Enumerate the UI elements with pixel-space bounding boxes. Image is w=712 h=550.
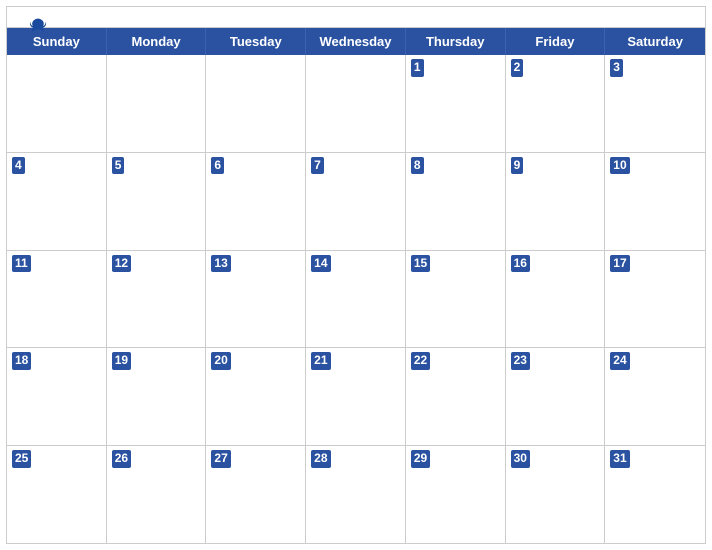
day-header-tuesday: Tuesday (206, 28, 306, 55)
day-cell: 26 (107, 446, 207, 543)
day-number: 14 (311, 255, 330, 273)
calendar-grid: SundayMondayTuesdayWednesdayThursdayFrid… (7, 27, 705, 543)
day-number: 2 (511, 59, 524, 77)
day-cell (306, 55, 406, 152)
day-cell: 14 (306, 251, 406, 348)
day-cell: 12 (107, 251, 207, 348)
day-number: 6 (211, 157, 224, 175)
day-number: 28 (311, 450, 330, 468)
day-cell: 5 (107, 153, 207, 250)
day-cell: 31 (605, 446, 705, 543)
day-cell (107, 55, 207, 152)
day-cell: 4 (7, 153, 107, 250)
day-number: 8 (411, 157, 424, 175)
day-cell: 25 (7, 446, 107, 543)
day-cell: 17 (605, 251, 705, 348)
day-number: 19 (112, 352, 131, 370)
day-cell: 9 (506, 153, 606, 250)
week-row-4: 18 19 20 21 22 23 24 (7, 348, 705, 446)
week-row-5: 25 26 27 28 29 30 31 (7, 446, 705, 543)
day-cell (7, 55, 107, 152)
day-cell: 30 (506, 446, 606, 543)
day-number: 18 (12, 352, 31, 370)
day-number: 13 (211, 255, 230, 273)
day-number: 4 (12, 157, 25, 175)
day-header-monday: Monday (107, 28, 207, 55)
day-cell: 13 (206, 251, 306, 348)
day-number: 21 (311, 352, 330, 370)
day-number: 15 (411, 255, 430, 273)
day-number: 20 (211, 352, 230, 370)
day-cell: 16 (506, 251, 606, 348)
day-number: 29 (411, 450, 430, 468)
day-cell: 21 (306, 348, 406, 445)
day-header-wednesday: Wednesday (306, 28, 406, 55)
day-number: 11 (12, 255, 31, 273)
day-cell: 28 (306, 446, 406, 543)
day-number: 9 (511, 157, 524, 175)
day-cell: 11 (7, 251, 107, 348)
day-number: 22 (411, 352, 430, 370)
day-number: 25 (12, 450, 31, 468)
day-cell: 3 (605, 55, 705, 152)
day-cell: 7 (306, 153, 406, 250)
day-number: 12 (112, 255, 131, 273)
weeks-container: 1234567891011121314151617181920212223242… (7, 55, 705, 543)
week-row-1: 1 2 3 (7, 55, 705, 153)
day-cell: 1 (406, 55, 506, 152)
day-header-thursday: Thursday (406, 28, 506, 55)
day-number: 5 (112, 157, 125, 175)
day-number: 1 (411, 59, 424, 77)
day-cell: 15 (406, 251, 506, 348)
day-cell: 20 (206, 348, 306, 445)
day-cell: 24 (605, 348, 705, 445)
day-number: 3 (610, 59, 623, 77)
day-number: 26 (112, 450, 131, 468)
day-cell: 8 (406, 153, 506, 250)
week-row-2: 4 5 6 7 8 9 10 (7, 153, 705, 251)
day-number: 31 (610, 450, 629, 468)
day-header-sunday: Sunday (7, 28, 107, 55)
day-cell: 23 (506, 348, 606, 445)
day-cell: 29 (406, 446, 506, 543)
day-number: 10 (610, 157, 629, 175)
day-number: 7 (311, 157, 324, 175)
logo (23, 15, 49, 37)
day-cell: 18 (7, 348, 107, 445)
day-cell: 2 (506, 55, 606, 152)
day-number: 17 (610, 255, 629, 273)
day-cell: 6 (206, 153, 306, 250)
day-headers-row: SundayMondayTuesdayWednesdayThursdayFrid… (7, 28, 705, 55)
calendar-header (7, 7, 705, 27)
day-header-friday: Friday (506, 28, 606, 55)
calendar: SundayMondayTuesdayWednesdayThursdayFrid… (6, 6, 706, 544)
day-cell: 10 (605, 153, 705, 250)
day-cell: 27 (206, 446, 306, 543)
day-number: 27 (211, 450, 230, 468)
day-number: 30 (511, 450, 530, 468)
bird-icon (27, 15, 49, 37)
day-cell (206, 55, 306, 152)
day-number: 24 (610, 352, 629, 370)
day-number: 16 (511, 255, 530, 273)
day-header-saturday: Saturday (605, 28, 705, 55)
day-cell: 19 (107, 348, 207, 445)
week-row-3: 11 12 13 14 15 16 17 (7, 251, 705, 349)
day-cell: 22 (406, 348, 506, 445)
day-number: 23 (511, 352, 530, 370)
